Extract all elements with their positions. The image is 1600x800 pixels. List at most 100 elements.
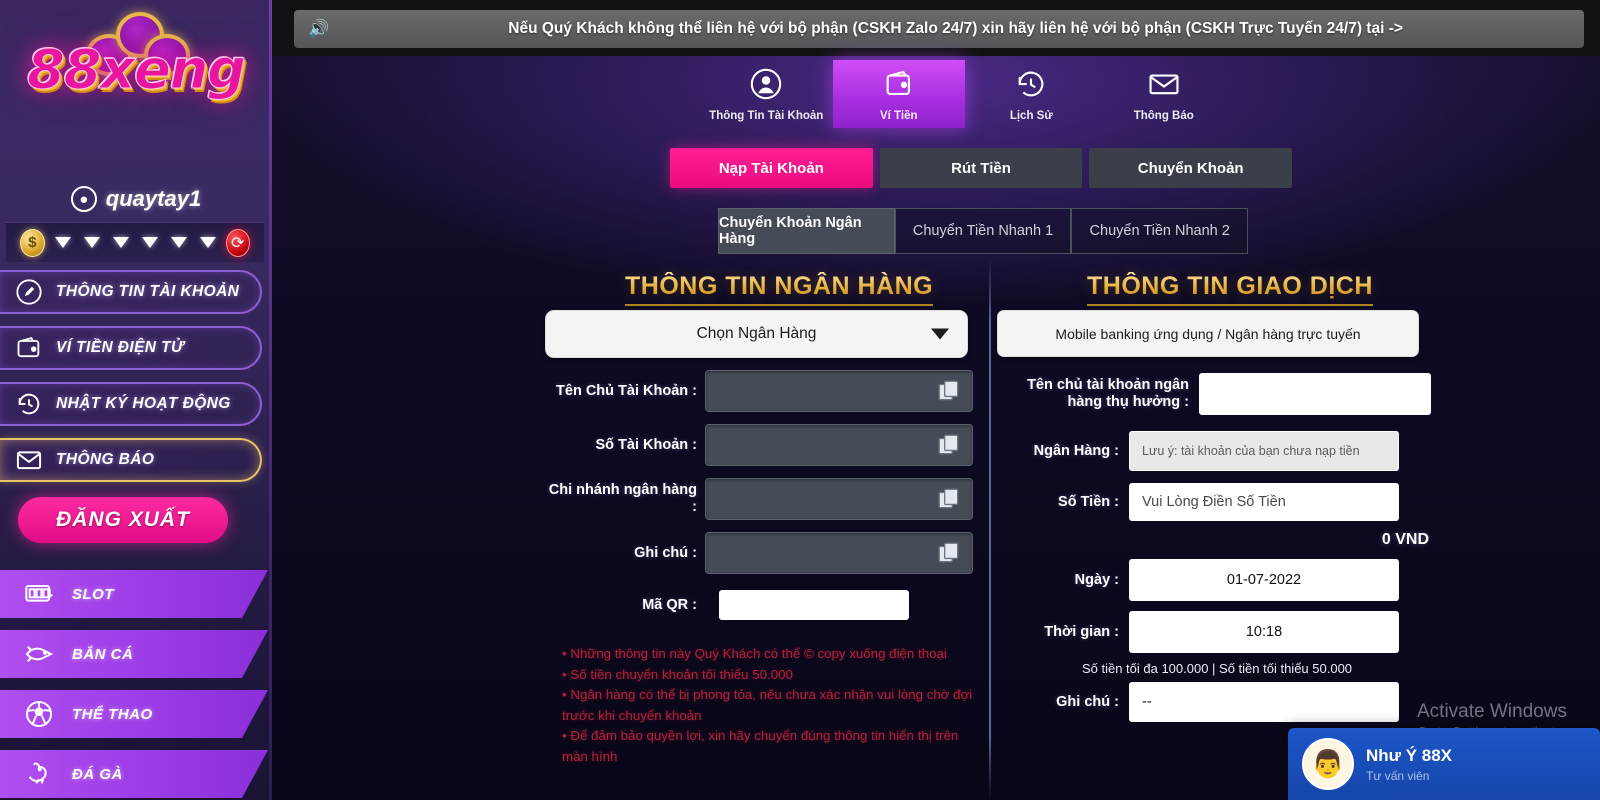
brand-logo[interactable]: 88xeng bbox=[0, 0, 272, 168]
field-time: Thời gian : 10:18 bbox=[997, 611, 1437, 653]
field-label: Số Tài Khoản : bbox=[595, 436, 698, 453]
logout-button[interactable]: ĐĂNG XUẤT bbox=[18, 497, 228, 543]
chevron-down-icon bbox=[931, 328, 949, 340]
sidebar: 88xeng ● quaytay1 $ ⟳ THÔNG TIN TÀI KHOẢ… bbox=[0, 0, 272, 800]
panel-divider bbox=[989, 258, 991, 800]
amount-vnd-value: 0 VND bbox=[1381, 531, 1429, 548]
mode-tab-deposit[interactable]: Nạp Tài Khoản bbox=[670, 148, 873, 188]
watermark-line-1: Activate Windows bbox=[1417, 701, 1567, 722]
rooster-icon bbox=[22, 757, 56, 791]
amount-input[interactable]: Vui Lòng Điền Số Tiền bbox=[1129, 483, 1399, 521]
sidebar-item-label: NHẬT KÝ HOẠT ĐỘNG bbox=[56, 395, 231, 412]
wallet-icon bbox=[14, 333, 44, 363]
support-chat-widget[interactable]: 👨 Như Ý 88X Tư vấn viên bbox=[1288, 728, 1600, 800]
bank-info-title: THÔNG TIN NGÂN HÀNG bbox=[625, 272, 934, 306]
account-tab-bar: Thông Tin Tài Khoản Ví Tiền Lịch Sử Thôn… bbox=[700, 60, 1230, 128]
slot-machine-icon bbox=[22, 577, 56, 611]
tab-account-info[interactable]: Thông Tin Tài Khoản bbox=[700, 60, 833, 128]
copy-icon[interactable] bbox=[936, 486, 962, 512]
tab-wallet[interactable]: Ví Tiền bbox=[832, 60, 965, 128]
bank-select[interactable]: Chọn Ngân Hàng bbox=[545, 310, 968, 358]
date-input[interactable]: 01-07-2022 bbox=[1129, 559, 1399, 601]
sidebar-item-label: THÔNG TIN TÀI KHOẢN bbox=[56, 283, 240, 300]
sidebar-item-notifications[interactable]: THÔNG BÁO bbox=[0, 438, 262, 482]
copy-icon[interactable] bbox=[936, 378, 962, 404]
sidebar-item-ewallet[interactable]: VÍ TIỀN ĐIỆN TỬ bbox=[0, 326, 262, 370]
amount-limit-hint: Số tiền tối đa 100.000 | Số tiền tối thi… bbox=[1081, 661, 1353, 676]
field-label: Chi nhánh ngân hàng : bbox=[548, 482, 697, 515]
warning-item: Số tiền chuyển khoản tối thiểu 50.000 bbox=[562, 665, 982, 686]
tab-label: Thông Tin Tài Khoản bbox=[709, 109, 824, 122]
field-beneficiary-name: Tên chủ tài khoản ngân hàng thụ hưởng : bbox=[997, 373, 1437, 415]
account-number-input[interactable] bbox=[705, 424, 973, 466]
megaphone-icon: 🔊 bbox=[308, 19, 330, 38]
branch-input[interactable] bbox=[705, 478, 973, 520]
chat-subtitle: Tư vấn viên bbox=[1366, 768, 1430, 783]
sub-tab-bank-transfer[interactable]: Chuyển Khoản Ngân Hàng bbox=[718, 208, 895, 254]
mode-tab-withdraw[interactable]: Rút Tiền bbox=[879, 148, 1083, 188]
field-account-number: Số Tài Khoản : bbox=[545, 424, 975, 466]
field-transaction-note: Ghi chú : -- bbox=[997, 682, 1437, 722]
tab-notifications[interactable]: Thông Báo bbox=[1098, 60, 1231, 128]
soccer-ball-icon bbox=[22, 697, 56, 731]
field-date: Ngày : 01-07-2022 bbox=[997, 559, 1437, 601]
announcement-marquee[interactable]: 🔊 Nếu Quý Khách không thể liên hệ với bộ… bbox=[294, 10, 1584, 48]
field-bank-name: Ngân Hàng : Lưu ý: tài khoản của bạn chư… bbox=[997, 431, 1437, 471]
beneficiary-name-input[interactable] bbox=[1199, 373, 1431, 415]
account-name-input[interactable] bbox=[705, 370, 973, 412]
payment-method-select[interactable]: Mobile banking ứng dụng / Ngân hàng trực… bbox=[997, 310, 1419, 357]
bank-name-input[interactable]: Lưu ý: tài khoản của bạn chưa nạp tiền bbox=[1129, 431, 1399, 471]
tab-label: Lịch Sử bbox=[1009, 109, 1053, 122]
field-branch: Chi nhánh ngân hàng : bbox=[545, 478, 975, 520]
field-label: Số Tiền : bbox=[1058, 493, 1119, 510]
game-item-label: BẮN CÁ bbox=[72, 645, 134, 663]
bank-warning-list: Những thông tin này Quý Khách có thể © c… bbox=[562, 644, 982, 768]
sub-tab-quick-transfer-1[interactable]: Chuyển Tiền Nhanh 1 bbox=[894, 208, 1072, 254]
username-label: quaytay1 bbox=[105, 186, 202, 211]
page-root: 88xeng ● quaytay1 $ ⟳ THÔNG TIN TÀI KHOẢ… bbox=[0, 0, 1600, 800]
history-icon bbox=[1014, 67, 1048, 106]
chat-title: Như Ý 88X bbox=[1366, 745, 1453, 765]
person-icon bbox=[749, 67, 783, 106]
pencil-icon bbox=[14, 277, 44, 307]
game-item-cockfight[interactable]: ĐÁ GÀ bbox=[0, 750, 268, 798]
tab-label: Thông Báo bbox=[1133, 109, 1194, 122]
sidebar-item-account-info[interactable]: THÔNG TIN TÀI KHOẢN bbox=[0, 270, 262, 314]
field-amount: Số Tiền : Vui Lòng Điền Số Tiền bbox=[997, 483, 1437, 521]
warning-item: Những thông tin này Quý Khách có thể © c… bbox=[562, 644, 982, 665]
game-item-sports[interactable]: THỂ THAO bbox=[0, 690, 268, 738]
envelope-icon bbox=[1147, 67, 1181, 106]
mode-tab-transfer[interactable]: Chuyển Khoản bbox=[1089, 148, 1293, 188]
qr-code-value bbox=[719, 590, 909, 620]
field-label: Tên Chủ Tài Khoản : bbox=[556, 382, 697, 399]
brand-logo-text: 88xeng bbox=[27, 38, 247, 102]
game-item-fishing[interactable]: BẮN CÁ bbox=[0, 630, 268, 678]
time-input[interactable]: 10:18 bbox=[1129, 611, 1399, 653]
note-input[interactable] bbox=[705, 532, 973, 574]
field-label: Tên chủ tài khoản ngân hàng thụ hưởng : bbox=[1027, 377, 1189, 410]
tab-history[interactable]: Lịch Sử bbox=[965, 60, 1098, 128]
marquee-text: Nếu Quý Khách không thể liên hệ với bộ p… bbox=[508, 20, 1403, 37]
tab-label: Ví Tiền bbox=[880, 109, 918, 122]
field-label: Thời gian : bbox=[1044, 623, 1119, 640]
game-item-label: THỂ THAO bbox=[72, 705, 153, 723]
refresh-icon[interactable]: ⟳ bbox=[225, 228, 250, 257]
fish-icon bbox=[22, 637, 56, 671]
sidebar-item-label: THÔNG BÁO bbox=[56, 451, 155, 468]
field-label: Ngân Hàng : bbox=[1033, 442, 1119, 459]
deposit-method-tabs: Chuyển Khoản Ngân Hàng Chuyển Tiền Nhanh… bbox=[718, 208, 1249, 254]
game-item-slot[interactable]: SLOT bbox=[0, 570, 268, 618]
field-label: Ghi chú : bbox=[1056, 693, 1119, 710]
game-item-label: ĐÁ GÀ bbox=[72, 765, 123, 783]
sub-tab-quick-transfer-2[interactable]: Chuyển Tiền Nhanh 2 bbox=[1071, 208, 1249, 254]
game-item-label: SLOT bbox=[72, 585, 114, 603]
transaction-note-input[interactable]: -- bbox=[1129, 682, 1399, 722]
copy-icon[interactable] bbox=[936, 540, 962, 566]
field-label: Ngày : bbox=[1074, 571, 1119, 588]
user-profile[interactable]: ● quaytay1 bbox=[0, 186, 272, 212]
coin-icon: $ bbox=[20, 228, 45, 257]
sidebar-item-activity-log[interactable]: NHẬT KÝ HOẠT ĐỘNG bbox=[0, 382, 262, 426]
balance-masked-value bbox=[54, 237, 216, 248]
transaction-info-panel: Mobile banking ứng dụng / Ngân hàng trực… bbox=[997, 310, 1437, 722]
copy-icon[interactable] bbox=[936, 432, 962, 458]
